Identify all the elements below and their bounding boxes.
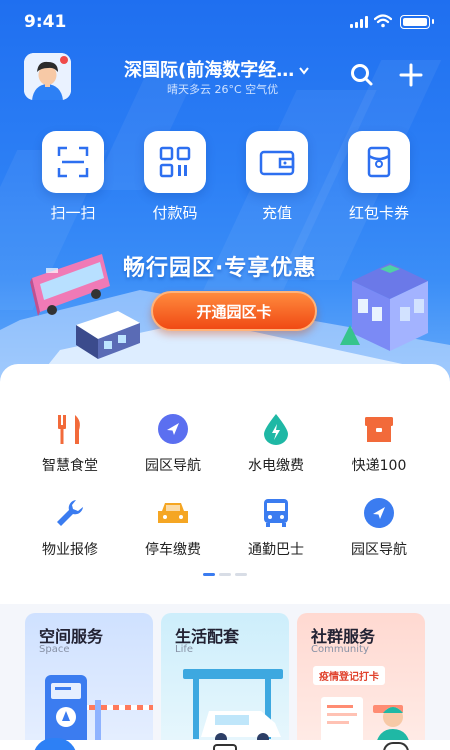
- chevron-down-icon: [298, 60, 310, 81]
- status-time: 9:41: [24, 12, 67, 32]
- services-panel: [0, 364, 450, 604]
- card-life-service[interactable]: 生活配套 Life: [161, 613, 289, 750]
- service-label: 园区导航: [145, 458, 201, 474]
- open-park-card-button[interactable]: 开通园区卡: [151, 291, 317, 331]
- add-icon[interactable]: [398, 62, 424, 88]
- card-space-service[interactable]: 空间服务 Space: [25, 613, 153, 750]
- service-smart-canteen[interactable]: 智慧食堂: [14, 411, 126, 475]
- avatar[interactable]: [24, 53, 71, 100]
- service-label: 水电缴费: [248, 458, 304, 474]
- quick-action-label: 红包卡券: [348, 204, 409, 222]
- quick-action-label: 扫一扫: [50, 204, 96, 222]
- tram-illustration: [76, 311, 140, 359]
- card-subtitle: Community: [311, 644, 369, 655]
- service-label: 停车缴费: [145, 542, 201, 558]
- service-parking-payment[interactable]: 停车缴费: [117, 495, 229, 559]
- service-park-navigation-2[interactable]: 园区导航: [323, 495, 435, 559]
- parcel-box-icon: [365, 417, 393, 442]
- quick-action-payment-code[interactable]: [144, 131, 206, 193]
- building-illustration: [340, 263, 428, 351]
- location-selector[interactable]: 深国际(前海数字经…: [124, 56, 310, 82]
- page-indicator: [203, 573, 247, 576]
- wallet-icon: [259, 150, 295, 176]
- quick-action-coupons[interactable]: [348, 131, 410, 193]
- weather-info: 晴天多云 26°C 空气优: [167, 83, 279, 96]
- service-label: 智慧食堂: [42, 458, 98, 474]
- fork-knife-icon: [58, 415, 80, 444]
- notification-dot: [60, 56, 68, 64]
- quick-action-top-up[interactable]: [246, 131, 308, 193]
- service-express-delivery[interactable]: 快递100: [323, 411, 435, 475]
- service-utility-payment[interactable]: 水电缴费: [220, 411, 332, 475]
- service-property-repair[interactable]: 物业报修: [14, 495, 126, 559]
- service-label: 物业报修: [42, 542, 98, 558]
- location-name: 深国际(前海数字经…: [124, 60, 295, 81]
- wrench-icon: [57, 500, 83, 526]
- service-label: 园区导航: [351, 542, 407, 558]
- scan-icon: [57, 146, 89, 178]
- red-packet-icon: [367, 146, 391, 178]
- cellular-signal-icon: [350, 16, 368, 28]
- bus-icon: [264, 499, 288, 527]
- gas-station-illustration: [183, 669, 283, 745]
- quick-action-label: 付款码: [152, 204, 198, 222]
- status-bar: 9:41: [0, 0, 450, 46]
- quick-action-label: 充值: [261, 204, 292, 222]
- tab-bar: [0, 738, 450, 750]
- navigation-icon: [158, 414, 188, 444]
- card-community-service[interactable]: 社群服务 Community 疫情登记打卡: [297, 613, 425, 750]
- car-icon: [158, 503, 188, 523]
- service-commuter-bus[interactable]: 通勤巴士: [220, 495, 332, 559]
- battery-icon: [400, 15, 434, 29]
- water-drop-icon: [264, 414, 288, 445]
- service-park-navigation[interactable]: 园区导航: [117, 411, 229, 475]
- search-icon[interactable]: [349, 62, 375, 88]
- service-label: 快递100: [351, 458, 407, 474]
- card-subtitle: Space: [39, 644, 70, 655]
- tab-home-icon[interactable]: [33, 738, 77, 750]
- service-label: 通勤巴士: [248, 542, 304, 558]
- tab-profile-icon[interactable]: [383, 742, 409, 750]
- navigation-icon: [364, 498, 394, 528]
- qr-code-icon: [159, 146, 191, 178]
- card-subtitle: Life: [175, 644, 194, 655]
- tab-messages-icon[interactable]: [213, 744, 237, 750]
- quick-action-scan[interactable]: [42, 131, 104, 193]
- banner-title: 畅行园区·专享优惠: [123, 256, 317, 281]
- wifi-icon: [374, 14, 392, 28]
